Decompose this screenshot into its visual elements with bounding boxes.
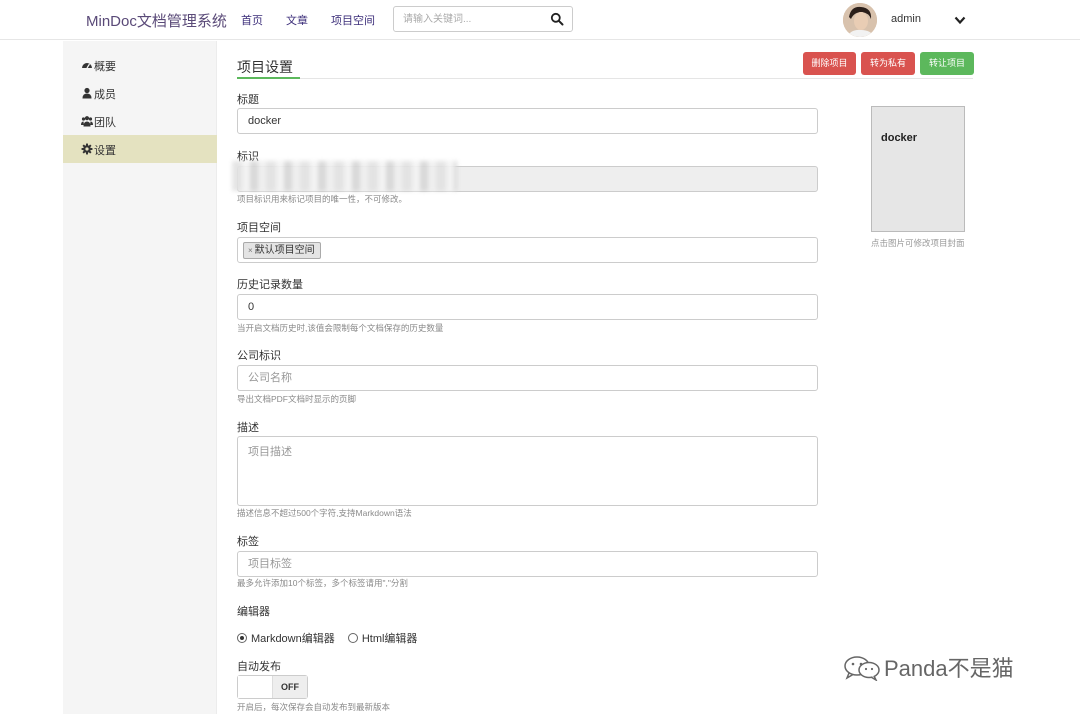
history-help: 当开启文档历史时,该值会限制每个文档保存的历史数量 bbox=[237, 323, 444, 333]
toggle-knob[interactable] bbox=[238, 676, 273, 698]
project-space-label: 项目空间 bbox=[237, 222, 281, 234]
tags-label: 标签 bbox=[237, 536, 259, 548]
top-navbar: MinDoc文档管理系统 首页 文章 项目空间 admin bbox=[0, 0, 1080, 40]
sidebar-item-label: 成员 bbox=[94, 89, 116, 101]
cover-title: docker bbox=[881, 132, 918, 144]
sidebar-item-settings[interactable]: 设置 bbox=[63, 135, 217, 163]
nav-articles[interactable]: 文章 bbox=[286, 12, 308, 28]
identifier-help: 项目标识用来标记项目的唯一性，不可修改。 bbox=[237, 194, 408, 204]
cover-hint: 点击图片可修改项目封面 bbox=[871, 238, 965, 248]
sidebar-item-label: 团队 bbox=[94, 117, 116, 129]
title-input[interactable] bbox=[238, 109, 817, 133]
title-field bbox=[237, 108, 818, 134]
description-textarea[interactable] bbox=[238, 437, 817, 505]
brand-logo[interactable]: MinDoc文档管理系统 bbox=[86, 10, 227, 31]
avatar[interactable] bbox=[843, 3, 877, 37]
description-label: 描述 bbox=[237, 422, 259, 434]
tag-remove-icon[interactable]: × bbox=[248, 246, 253, 255]
nav-project-space[interactable]: 项目空间 bbox=[331, 12, 375, 28]
watermark: Panda不是猫 bbox=[842, 651, 1014, 683]
company-field bbox=[237, 365, 818, 391]
dashboard-icon bbox=[82, 63, 92, 69]
transfer-project-button[interactable]: 转让项目 bbox=[920, 52, 974, 75]
description-field bbox=[237, 436, 818, 506]
tags-input[interactable] bbox=[238, 552, 817, 576]
project-space-tag[interactable]: × 默认项目空间 bbox=[243, 242, 321, 259]
history-count-input[interactable] bbox=[238, 295, 817, 319]
title-label: 标题 bbox=[237, 94, 259, 106]
project-cover-image[interactable]: docker bbox=[871, 106, 965, 232]
auto-publish-toggle[interactable]: OFF bbox=[237, 675, 308, 699]
company-input[interactable] bbox=[238, 366, 817, 390]
radio-checked-icon[interactable] bbox=[237, 633, 247, 643]
tag-label: 默认项目空间 bbox=[254, 245, 315, 256]
toggle-state: OFF bbox=[273, 676, 307, 698]
description-help: 描述信息不超过500个字符,支持Markdown语法 bbox=[237, 508, 412, 518]
history-field bbox=[237, 294, 818, 320]
radio-unchecked-icon[interactable] bbox=[347, 633, 358, 643]
sidebar-item-teams[interactable]: 团队 bbox=[63, 107, 217, 135]
gear-icon bbox=[81, 143, 93, 155]
sidebar-item-members[interactable]: 成员 bbox=[63, 79, 217, 107]
sidebar-item-overview[interactable]: 概要 bbox=[63, 51, 217, 79]
option-label: Html编辑器 bbox=[361, 633, 418, 645]
editor-radio-group: Markdown编辑器 Html编辑器 bbox=[237, 630, 417, 646]
history-label: 历史记录数量 bbox=[237, 279, 303, 291]
tags-field bbox=[237, 551, 818, 577]
wechat-icon bbox=[844, 656, 880, 681]
editor-option-html[interactable]: Html编辑器 bbox=[347, 633, 418, 645]
sidebar-item-label: 设置 bbox=[94, 145, 116, 157]
search-input[interactable] bbox=[394, 7, 544, 31]
identifier-redacted bbox=[232, 161, 457, 191]
chevron-down-icon[interactable] bbox=[953, 13, 967, 27]
option-label: Markdown编辑器 bbox=[251, 633, 335, 645]
editor-option-markdown[interactable]: Markdown编辑器 bbox=[237, 633, 335, 645]
sidebar: 概要 成员 团队 设置 bbox=[63, 41, 217, 714]
username[interactable]: admin bbox=[891, 13, 921, 25]
user-icon bbox=[82, 87, 92, 99]
delete-project-button[interactable]: 删除项目 bbox=[803, 52, 856, 75]
search-icon[interactable] bbox=[550, 12, 564, 26]
project-space-select[interactable]: × 默认项目空间 bbox=[237, 237, 818, 263]
title-divider bbox=[237, 78, 973, 79]
avatar-image bbox=[843, 3, 877, 37]
nav-home[interactable]: 首页 bbox=[241, 12, 263, 28]
watermark-text: Panda不是猫 bbox=[884, 656, 1014, 681]
editor-label: 编辑器 bbox=[237, 606, 270, 618]
page-title: 项目设置 bbox=[237, 59, 293, 75]
title-underline bbox=[237, 77, 300, 79]
search-box bbox=[393, 6, 573, 32]
users-icon bbox=[81, 116, 93, 127]
make-private-button[interactable]: 转为私有 bbox=[861, 52, 915, 75]
sidebar-item-label: 概要 bbox=[94, 61, 116, 73]
auto-publish-help: 开启后，每次保存会自动发布到最新版本 bbox=[237, 702, 391, 712]
company-label: 公司标识 bbox=[237, 350, 281, 362]
auto-publish-label: 自动发布 bbox=[237, 661, 281, 673]
tags-help: 最多允许添加10个标签，多个标签请用","分割 bbox=[237, 578, 408, 588]
company-help: 导出文档PDF文档时显示的页脚 bbox=[237, 394, 357, 404]
